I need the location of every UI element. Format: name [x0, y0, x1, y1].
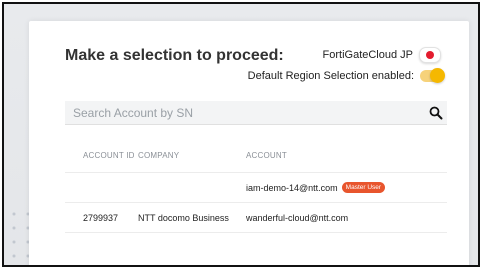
cell-account: wanderful-cloud@ntt.com: [246, 213, 447, 223]
selection-card: Make a selection to proceed: FortiGateCl…: [29, 21, 469, 265]
table-row[interactable]: iam-demo-14@ntt.com Master User: [65, 173, 447, 203]
table-row[interactable]: 2799937 NTT docomo Business wanderful-cl…: [65, 203, 447, 233]
red-dot-icon: [426, 51, 434, 59]
cell-account: iam-demo-14@ntt.com Master User: [246, 182, 447, 193]
toggle-knob: [430, 68, 445, 83]
search-bar[interactable]: Search Account by SN: [65, 101, 447, 125]
region-toggle[interactable]: [420, 68, 445, 83]
accounts-table: ACCOUNT ID COMPANY ACCOUNT iam-demo-14@n…: [65, 138, 447, 233]
region-setting: Default Region Selection enabled:: [247, 68, 445, 83]
cloud-selector[interactable]: FortiGateCloud JP: [323, 47, 441, 63]
cloud-selector-button[interactable]: [419, 47, 441, 63]
master-user-badge: Master User: [341, 182, 386, 193]
cell-company: NTT docomo Business: [138, 212, 229, 223]
page-title: Make a selection to proceed:: [65, 47, 284, 64]
cloud-selector-label: FortiGateCloud JP: [322, 49, 413, 61]
search-icon[interactable]: [429, 106, 443, 120]
cell-account-id: 2799937: [83, 212, 119, 223]
header-company: COMPANY: [138, 150, 180, 160]
header-account-id: ACCOUNT ID: [83, 150, 135, 160]
header-account: ACCOUNT: [246, 150, 287, 160]
account-email: wanderful-cloud@ntt.com: [246, 212, 349, 223]
account-email: iam-demo-14@ntt.com: [246, 182, 338, 193]
region-label: Default Region Selection enabled:: [247, 70, 414, 82]
window-frame: Make a selection to proceed: FortiGateCl…: [2, 2, 480, 267]
search-input[interactable]: Search Account by SN: [73, 106, 429, 120]
table-header: ACCOUNT ID COMPANY ACCOUNT: [65, 138, 447, 173]
